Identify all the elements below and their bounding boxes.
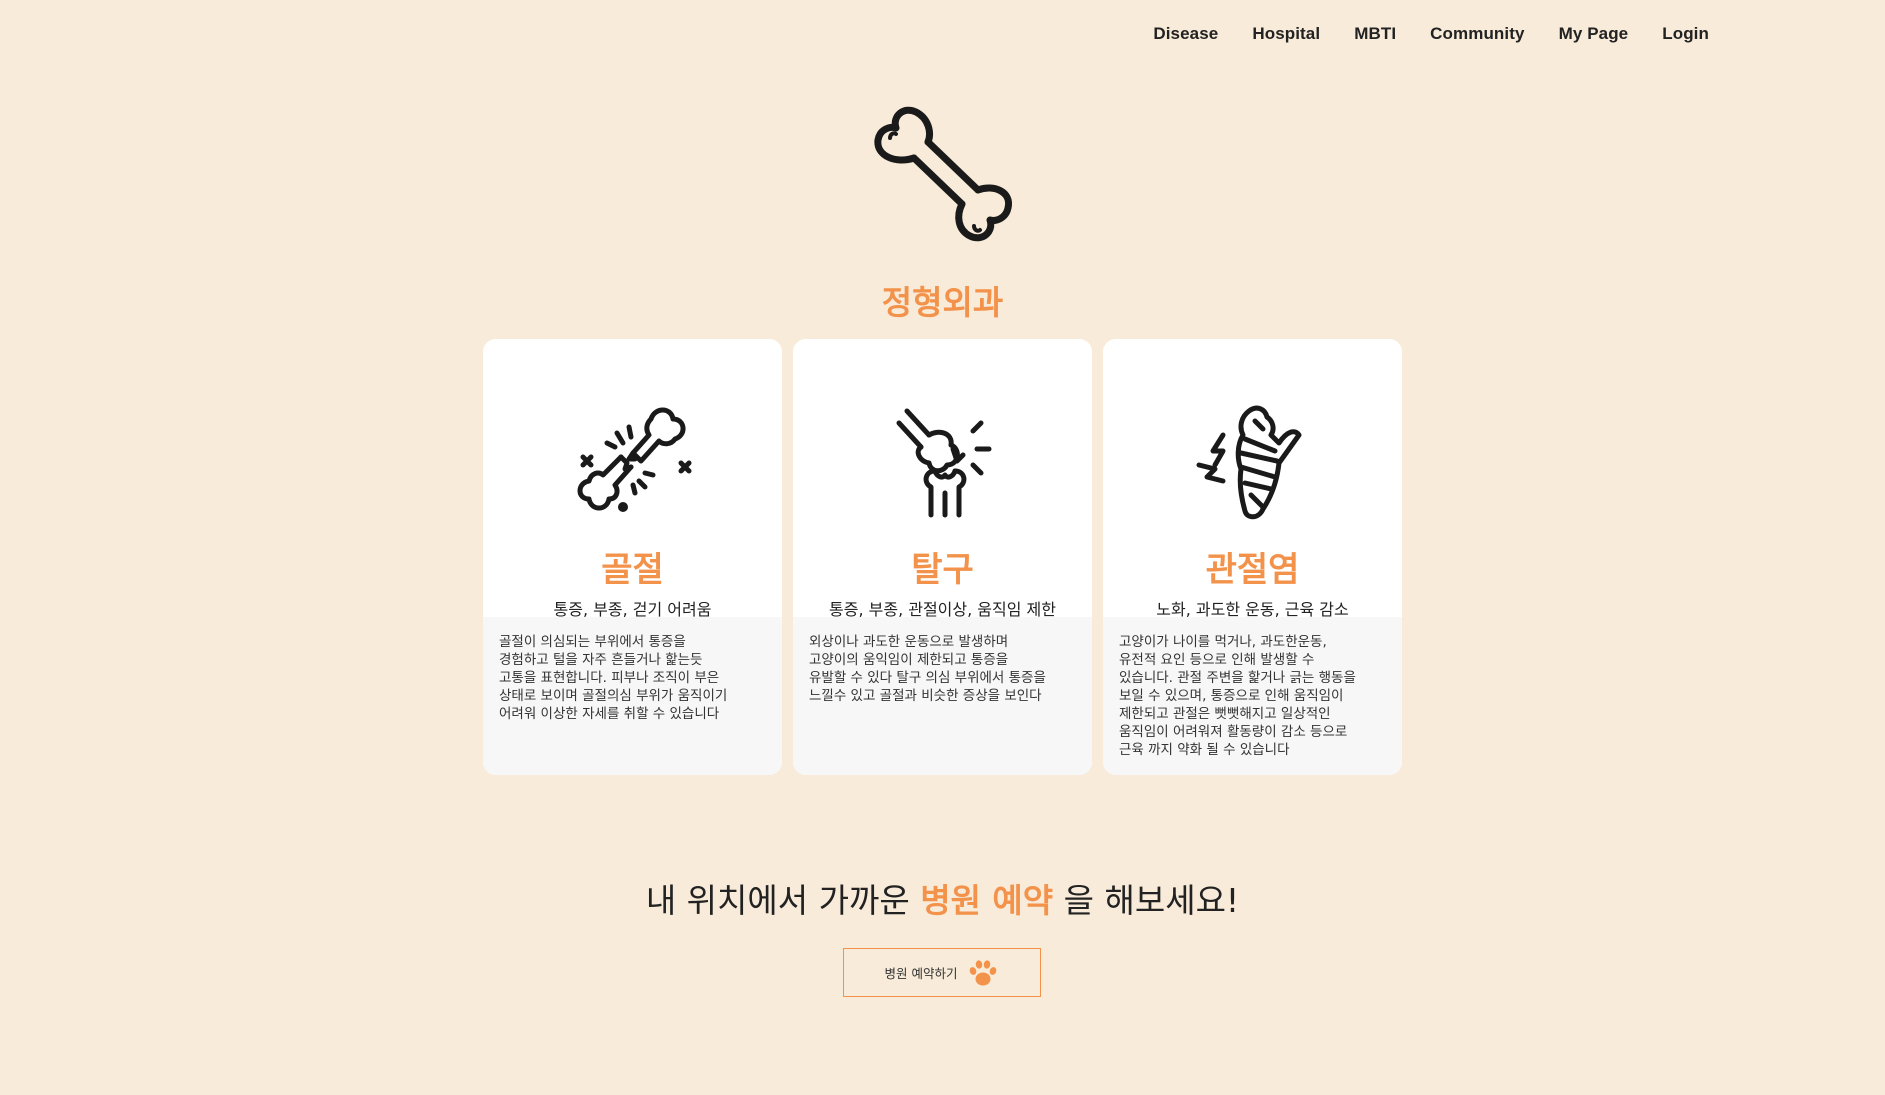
paw-icon xyxy=(970,959,997,985)
card-dislocation[interactable]: 탈구 통증, 부종, 관절이상, 움직임 제한 외상이나 과도한 운동으로 발생… xyxy=(793,339,1092,775)
card-header: 골절 통증, 부종, 걷기 어려움 xyxy=(483,339,782,619)
card-description: 고양이가 나이를 먹거나, 과도한운동, 유전적 요인 등으로 인해 발생할 수… xyxy=(1103,617,1402,775)
card-fracture[interactable]: 골절 통증, 부종, 걷기 어려움 골절이 의심되는 부위에서 통증을 경험하고… xyxy=(483,339,782,775)
cta-text-after: 을 해보세요! xyxy=(1063,881,1240,920)
nav-my-page[interactable]: My Page xyxy=(1559,24,1629,44)
card-description: 외상이나 과도한 운동으로 발생하며 고양이의 움익임이 제한되고 통증을 유발… xyxy=(793,617,1092,775)
nav-community[interactable]: Community xyxy=(1430,24,1524,44)
cta-text-highlight: 병원 예약 xyxy=(920,881,1054,920)
top-nav: Disease Hospital MBTI Community My Page … xyxy=(1153,24,1709,44)
reserve-hospital-button[interactable]: 병원 예약하기 xyxy=(843,948,1041,997)
cta-text-before: 내 위치에서 가까운 xyxy=(645,881,910,920)
arthritis-icon xyxy=(1196,405,1302,520)
card-description: 골절이 의심되는 부위에서 통증을 경험하고 털을 자주 흔들거나 핥는듯 고통… xyxy=(483,617,782,775)
card-symptoms: 노화, 과도한 운동, 근육 감소 xyxy=(1156,600,1349,619)
nav-mbti[interactable]: MBTI xyxy=(1354,24,1396,44)
bone-icon xyxy=(874,106,1013,242)
card-header: 탈구 통증, 부종, 관절이상, 움직임 제한 xyxy=(793,339,1092,619)
card-title: 관절염 xyxy=(1205,550,1300,590)
dislocation-icon xyxy=(896,408,992,518)
reserve-button-label: 병원 예약하기 xyxy=(884,966,958,981)
disease-cards: 골절 통증, 부종, 걷기 어려움 골절이 의심되는 부위에서 통증을 경험하고… xyxy=(483,339,1402,775)
page-title: 정형외과 xyxy=(881,283,1004,322)
nav-hospital[interactable]: Hospital xyxy=(1252,24,1320,44)
card-title: 골절 xyxy=(601,550,664,590)
nav-login[interactable]: Login xyxy=(1662,24,1709,44)
card-title: 탈구 xyxy=(911,550,974,590)
fracture-icon xyxy=(577,407,692,512)
card-header: 관절염 노화, 과도한 운동, 근육 감소 xyxy=(1103,339,1402,619)
nav-disease[interactable]: Disease xyxy=(1153,24,1218,44)
card-arthritis[interactable]: 관절염 노화, 과도한 운동, 근육 감소 고양이가 나이를 먹거나, 과도한운… xyxy=(1103,339,1402,775)
card-symptoms: 통증, 부종, 걷기 어려움 xyxy=(553,600,712,619)
card-symptoms: 통증, 부종, 관절이상, 움직임 제한 xyxy=(829,600,1056,619)
reservation-prompt: 내 위치에서 가까운 병원 예약 을 해보세요! xyxy=(0,874,1885,922)
